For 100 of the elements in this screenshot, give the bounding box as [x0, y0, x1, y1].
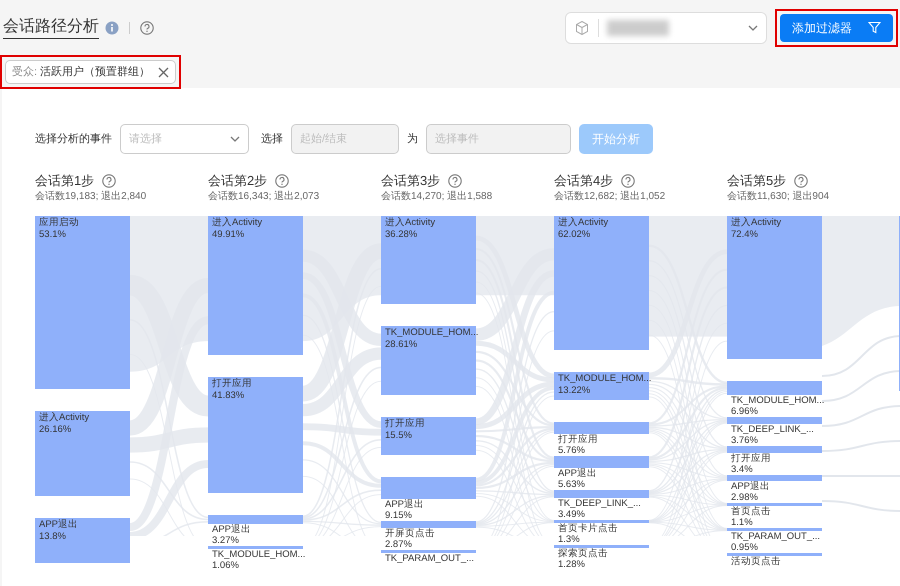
node-name: 首页点击: [731, 506, 771, 517]
node-percent: 62.02%: [558, 229, 590, 241]
page-title: 会话路径分析: [3, 16, 99, 39]
node-percent: 13.8%: [39, 531, 66, 543]
node-bar[interactable]: [727, 475, 822, 481]
node-percent: 26.16%: [39, 424, 72, 436]
node-name: 进入Activity: [212, 217, 262, 229]
node-bar[interactable]: [727, 446, 822, 453]
node-percent: 3.49%: [558, 509, 585, 520]
node-bar[interactable]: [727, 528, 822, 531]
node-percent: 3.4%: [731, 464, 753, 475]
node-percent: 6.96%: [731, 406, 758, 417]
node-percent: 15.5%: [385, 430, 412, 442]
add-filter-button[interactable]: 添加过滤器: [780, 14, 893, 42]
node-bar[interactable]: [727, 381, 822, 395]
node-name: 探索页点击: [558, 548, 608, 559]
help-icon[interactable]: [140, 20, 154, 34]
field-label: 选择分析的事件: [35, 132, 112, 147]
node-name: 打开应用: [385, 418, 425, 430]
node-name: 打开应用: [212, 378, 252, 390]
node-bar[interactable]: [35, 518, 130, 563]
step-title: 会话第4步: [554, 172, 614, 190]
node-name: TK_PARAM_OUT_...: [731, 531, 820, 542]
node-bar[interactable]: [727, 417, 822, 424]
node-name: 首页卡片点击: [558, 523, 618, 534]
node-bar[interactable]: [208, 546, 303, 549]
cube-icon: [574, 20, 590, 36]
node-name: TK_PARAM_OUT_...: [385, 553, 474, 564]
node-percent: 5.63%: [558, 479, 585, 490]
node-percent: 3.27%: [212, 535, 239, 546]
node-name: 开屏页点击: [385, 528, 435, 539]
node-name: 进入Activity: [39, 412, 90, 424]
node-percent: 28.61%: [385, 339, 418, 351]
node-percent: 13.22%: [558, 385, 590, 397]
node-bar[interactable]: [554, 520, 649, 523]
node-name: 活动页点击: [731, 556, 781, 567]
node-bar[interactable]: [727, 503, 822, 506]
node-bar[interactable]: [381, 550, 476, 553]
help-icon[interactable]: [794, 174, 808, 188]
node-percent: 1.1%: [731, 517, 753, 528]
node-name: TK_MODULE_HOM...: [385, 327, 478, 339]
help-icon[interactable]: [275, 174, 290, 188]
node-percent: 9.15%: [385, 510, 412, 521]
event-select[interactable]: 请选择: [120, 124, 249, 154]
step-stats: 会话数19,183; 退出2,840: [35, 190, 146, 204]
node-bar[interactable]: [554, 422, 649, 434]
close-icon[interactable]: [158, 66, 170, 78]
node-bar[interactable]: [727, 216, 822, 359]
node-bar[interactable]: [727, 553, 822, 556]
step-title: 会话第5步: [727, 172, 786, 190]
app-select[interactable]: [565, 12, 767, 44]
node-name: TK_DEEP_LINK_...: [558, 498, 641, 509]
node-bar[interactable]: [554, 216, 649, 350]
node-bar[interactable]: [381, 216, 476, 304]
node-bar[interactable]: [35, 411, 130, 496]
node-bar[interactable]: [381, 477, 476, 499]
node-bar[interactable]: [208, 377, 303, 493]
node-name: APP退出: [212, 524, 252, 535]
step-title: 会话第3步: [381, 172, 440, 190]
node-percent: 3.76%: [731, 435, 758, 446]
help-icon[interactable]: [448, 174, 462, 188]
help-icon[interactable]: [102, 174, 116, 188]
node-name: 进入Activity: [558, 217, 608, 229]
node-percent: 53.1%: [39, 229, 66, 241]
step-title: 会话第1步: [35, 172, 94, 190]
node-bar[interactable]: [208, 515, 303, 524]
node-percent: 1.28%: [558, 559, 585, 570]
node-bar[interactable]: [381, 417, 476, 455]
help-icon[interactable]: [621, 174, 636, 188]
node-bar[interactable]: [554, 372, 649, 400]
node-bar[interactable]: [554, 545, 649, 548]
blurred-value: [607, 20, 669, 36]
node-percent: 41.83%: [212, 390, 244, 402]
node-name: TK_DEEP_LINK_...: [731, 424, 814, 435]
info-icon[interactable]: [105, 20, 119, 34]
node-percent: 0.95%: [731, 542, 758, 553]
node-percent: 2.98%: [731, 492, 758, 503]
node-bar[interactable]: [208, 216, 303, 355]
node-name: TK_MODULE_HOM...: [558, 373, 652, 385]
node-name: 应用启动: [39, 217, 79, 229]
step-title: 会话第2步: [208, 172, 268, 190]
chevron-down-icon: [748, 24, 758, 30]
node-bar[interactable]: [35, 216, 130, 389]
node-percent: 72.4%: [731, 229, 758, 241]
node-name: 打开应用: [558, 434, 598, 445]
chevron-down-icon: [230, 136, 240, 142]
field-label: 选择: [261, 132, 283, 147]
node-percent: 1.06%: [212, 560, 239, 571]
node-percent: 49.91%: [212, 229, 244, 241]
node-bar[interactable]: [554, 456, 649, 468]
step-stats: 会话数12,682; 退出1,052: [554, 190, 666, 204]
node-percent: 1.3%: [558, 534, 580, 545]
node-bar[interactable]: [554, 490, 649, 498]
node-bar[interactable]: [381, 326, 476, 395]
node-bar[interactable]: [381, 521, 476, 528]
node-percent: 2.87%: [385, 539, 412, 550]
step-stats: 会话数16,343; 退出2,073: [208, 190, 320, 204]
node-name: APP退出: [39, 519, 78, 531]
node-name: 进入Activity: [385, 217, 436, 229]
node-name: APP退出: [385, 499, 424, 510]
